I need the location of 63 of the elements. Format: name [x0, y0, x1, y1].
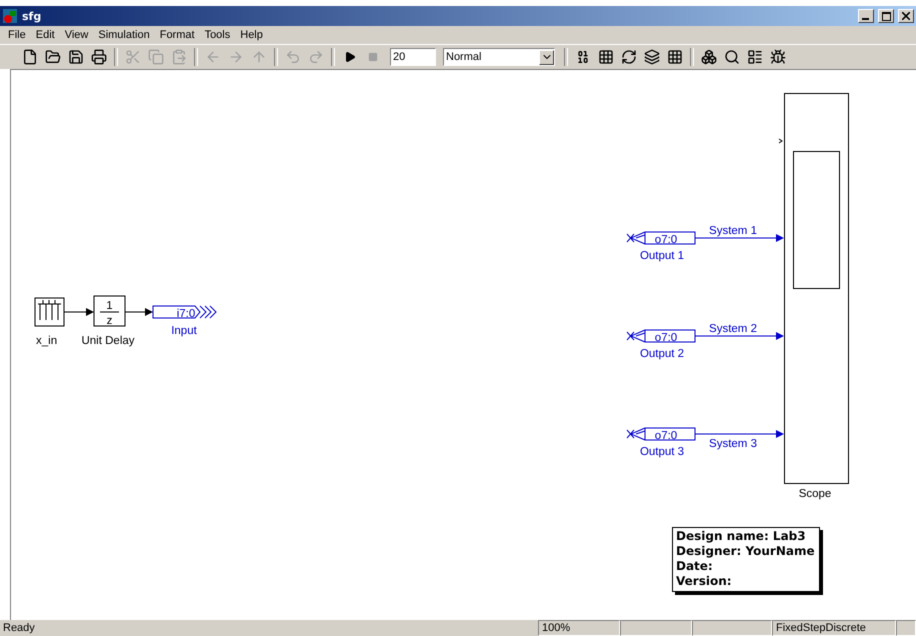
stop-time-field[interactable]: 20 [390, 48, 436, 66]
refresh-icon [621, 49, 637, 65]
app-icon [2, 8, 18, 24]
unit-delay-block: 1 z [94, 296, 126, 327]
undo-icon [285, 49, 301, 65]
paste-icon [171, 49, 187, 65]
info-line: Designer: YourName [676, 544, 815, 559]
layers-icon [644, 49, 660, 65]
window-title: sfg [22, 10, 42, 22]
block-label: Scope [798, 488, 832, 500]
blocks-icon [701, 49, 717, 65]
menu-item[interactable]: Simulation [94, 29, 154, 41]
print-button[interactable] [89, 47, 109, 67]
simulation-mode-dropdown[interactable]: Normal [443, 48, 555, 66]
block-label: Input [171, 325, 197, 337]
layers-button[interactable] [642, 47, 662, 67]
back-icon [205, 49, 221, 65]
open-folder-icon [45, 49, 61, 65]
zoom-level: 100% [538, 620, 620, 636]
save-icon [68, 49, 84, 65]
signal-arrow [124, 308, 153, 316]
status-message: Ready [2, 621, 36, 636]
info-line: Version: [676, 574, 733, 589]
signal-arrow [64, 308, 94, 316]
redo-icon [308, 49, 324, 65]
grid-icon [598, 49, 614, 65]
info-line: Design name: Lab3 [676, 529, 807, 544]
menu-item[interactable]: Help [236, 29, 267, 41]
close-icon [902, 12, 910, 20]
maximize-button[interactable] [878, 9, 894, 23]
signal-source-block [34, 298, 64, 326]
search-icon [724, 49, 740, 65]
info-line: Date: [676, 559, 714, 574]
play-icon [344, 51, 356, 63]
input-port-icon [778, 138, 783, 144]
close-button[interactable] [898, 9, 914, 23]
new-file-icon [22, 49, 38, 65]
minimize-button[interactable] [858, 9, 874, 23]
blocks-button[interactable] [699, 47, 719, 67]
menu-item[interactable]: Format [156, 29, 199, 41]
maximize-icon [882, 12, 890, 20]
grid-icon [667, 49, 683, 65]
block-label: Output 3 [640, 446, 684, 458]
block-label: Unit Delay [81, 335, 135, 347]
menu-item[interactable]: Edit [32, 29, 59, 41]
copy-icon [148, 49, 164, 65]
menu-item[interactable]: File [4, 29, 30, 41]
block-label: x_in [36, 335, 58, 347]
block-label: Output 1 [640, 250, 684, 262]
solver-name: FixedStepDiscrete [772, 620, 896, 636]
menu-item[interactable]: Tools [200, 29, 234, 41]
menu-item[interactable]: View [60, 29, 92, 41]
bug-icon [770, 49, 786, 65]
block-label: Output 2 [640, 348, 684, 360]
signal-label: System 2 [709, 323, 757, 335]
stop-icon [368, 52, 378, 62]
print-icon [91, 49, 107, 65]
cut-icon [125, 49, 141, 65]
up-icon [251, 49, 267, 65]
forward-icon [228, 49, 244, 65]
signal-label: System 3 [709, 438, 757, 450]
signal-label: System 1 [709, 225, 757, 237]
list-icon [747, 49, 763, 65]
